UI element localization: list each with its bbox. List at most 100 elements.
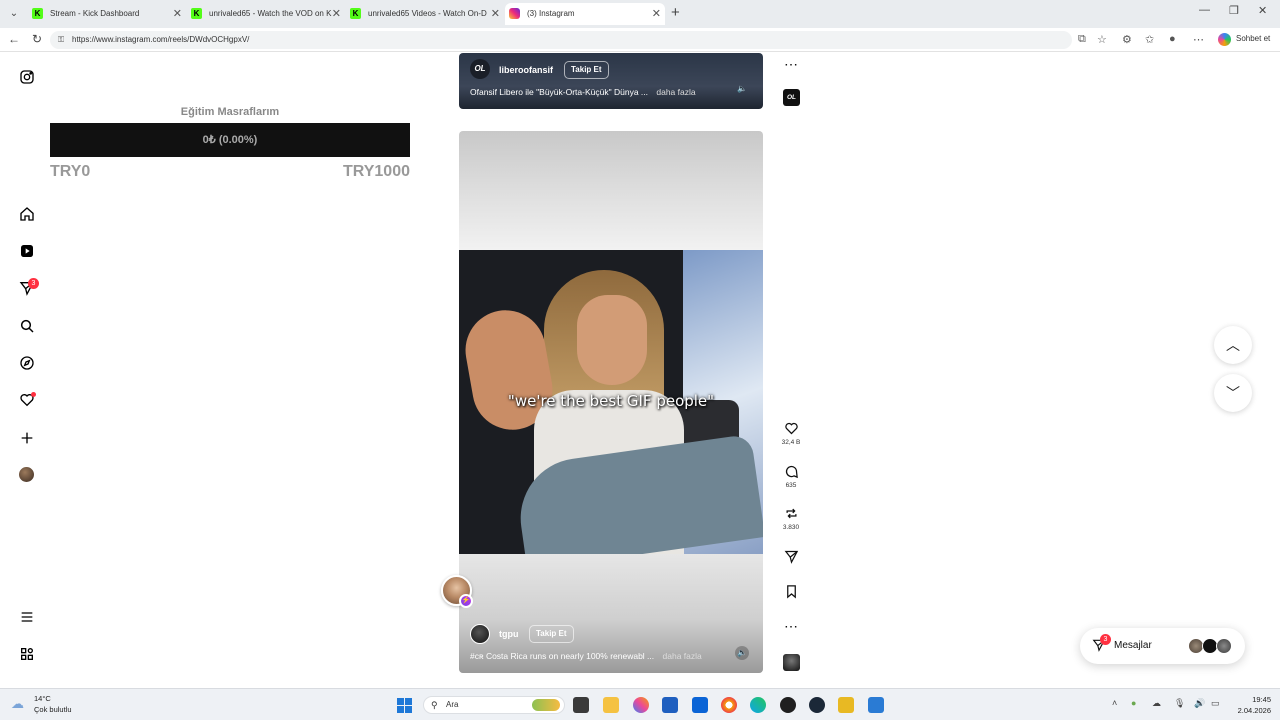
search-icon[interactable] — [17, 316, 37, 336]
kick-icon: K — [350, 8, 361, 19]
system-clock[interactable]: 19:45 2.04.2026 — [1219, 694, 1271, 716]
tray-overflow-icon[interactable]: ˄ — [1112, 698, 1117, 708]
weather-description[interactable]: Çok bulutlu — [34, 705, 72, 714]
edge-icon[interactable] — [750, 697, 766, 713]
speaker-icon[interactable]: 🔈 — [735, 646, 749, 660]
reel-options-top[interactable]: ⋯ — [781, 56, 801, 72]
repost-icon[interactable] — [781, 506, 801, 522]
follow-button[interactable]: Takip Et — [529, 625, 574, 643]
like-action[interactable]: 32,4 B — [781, 421, 801, 446]
tab-kick-dashboard[interactable]: K Stream - Kick Dashboard ✕ — [28, 3, 186, 25]
back-icon[interactable]: ← — [8, 32, 20, 46]
profile-avatar[interactable] — [19, 467, 34, 482]
obs-icon[interactable] — [780, 697, 796, 713]
profile-icon[interactable]: ● — [1169, 33, 1176, 45]
close-tab-icon[interactable]: ✕ — [491, 3, 500, 25]
speaker-icon[interactable]: 🔈 — [735, 82, 749, 96]
taskbar-search-placeholder: Ara — [446, 700, 459, 709]
comment-count: 635 — [785, 482, 797, 489]
notes-app-icon[interactable] — [838, 697, 854, 713]
close-tab-icon[interactable]: ✕ — [332, 3, 341, 25]
new-tab-icon[interactable]: + — [671, 4, 680, 21]
comment-action[interactable]: 635 — [781, 464, 801, 489]
steam-icon[interactable] — [809, 697, 825, 713]
reel-author-name[interactable]: tgpu — [499, 629, 519, 639]
taskbar-search-box[interactable]: ⚲ Ara — [423, 696, 565, 714]
explore-compass-icon[interactable] — [17, 353, 37, 373]
like-heart-icon[interactable] — [781, 421, 801, 437]
channel-logo[interactable]: OL — [470, 59, 490, 79]
more-link[interactable]: daha fazla — [656, 87, 695, 97]
reels-icon[interactable] — [17, 241, 37, 261]
reel-caption[interactable]: Ofansif Libero ile "Büyük-Orta-Küçük" Dü… — [470, 87, 696, 97]
bookmark-icon[interactable] — [781, 584, 801, 600]
extensions-icon[interactable]: ⚙ — [1122, 33, 1132, 46]
windows-start-icon[interactable] — [397, 698, 412, 713]
kick-icon: K — [191, 8, 202, 19]
tray-cloud-icon[interactable]: ☁ — [1152, 698, 1161, 709]
comment-icon[interactable] — [781, 464, 801, 480]
more-menu-icon[interactable] — [17, 607, 37, 627]
reel-caption[interactable]: #ᴄʀ Costa Rica runs on nearly 100% renew… — [470, 651, 702, 661]
favorite-star-icon[interactable]: ☆ — [1097, 33, 1107, 46]
microphone-icon[interactable]: 🎙 — [1174, 698, 1185, 709]
close-tab-icon[interactable]: ✕ — [173, 3, 182, 25]
save-action[interactable] — [781, 584, 801, 600]
site-info-icon[interactable]: ⚿ — [58, 31, 64, 49]
weather-temperature[interactable]: 14°C — [34, 694, 51, 703]
also-from-meta-icon[interactable] — [17, 644, 37, 664]
tab-actions-menu-icon[interactable]: ⌄ — [6, 6, 22, 22]
reel-video[interactable]: "we're the best GIF people" — [459, 250, 763, 554]
task-view-icon[interactable] — [573, 697, 589, 713]
minimize-icon[interactable]: — — [1199, 4, 1210, 16]
outlook-icon[interactable] — [692, 697, 708, 713]
tray-app-icon[interactable]: ● — [1131, 698, 1136, 708]
copilot-chat-label[interactable]: Sohbet et — [1236, 34, 1270, 43]
reel-author-name[interactable]: liberoofansif — [499, 65, 553, 75]
follow-button[interactable]: Takip Et — [564, 61, 609, 79]
remote-app-icon[interactable] — [868, 697, 884, 713]
tab-kick-videos[interactable]: K unrivaled65 Videos - Watch On-D ✕ — [346, 3, 504, 25]
reel-author-avatar[interactable] — [470, 624, 490, 644]
reel-audio-thumbnail[interactable] — [783, 654, 800, 671]
tab-title: Stream - Kick Dashboard — [50, 9, 140, 18]
home-icon[interactable] — [17, 204, 37, 224]
instagram-logo-icon[interactable] — [17, 67, 37, 87]
url-text: https://www.instagram.com/reels/DWdvOCHg… — [72, 35, 250, 44]
previous-reel-button[interactable]: ︿ — [1214, 326, 1252, 364]
tab-title: (3) Instagram — [527, 9, 575, 18]
reel-audio-thumbnail[interactable]: OL — [783, 89, 800, 106]
refresh-icon[interactable]: ↻ — [32, 32, 42, 46]
repost-action[interactable]: 3.830 — [781, 506, 801, 531]
copilot-icon[interactable] — [1218, 33, 1231, 46]
speaker-icon[interactable]: 🔊 — [1194, 698, 1205, 709]
windows-taskbar: ☁ 14°C Çok bulutlu ⚲ Ara ˄ ● ☁ 🎙 🔊 ▭ 19:… — [0, 688, 1280, 720]
close-window-icon[interactable]: ✕ — [1258, 4, 1267, 17]
weather-cloud-icon[interactable]: ☁ — [11, 696, 29, 711]
more-options-icon[interactable]: ⋯ — [781, 618, 801, 634]
messenger-icon: ⚡ — [459, 594, 473, 608]
more-options-icon[interactable]: ⋯ — [781, 56, 801, 72]
next-reel-button[interactable]: ﹀ — [1214, 374, 1252, 412]
close-tab-icon[interactable]: ✕ — [652, 3, 661, 25]
chat-avatar — [1216, 638, 1232, 654]
store-icon[interactable] — [662, 697, 678, 713]
favorites-icon[interactable]: ✩ — [1145, 33, 1154, 46]
copilot-app-icon[interactable] — [633, 697, 649, 713]
create-plus-icon[interactable] — [17, 428, 37, 448]
tab-kick-vod[interactable]: K unrivaled65 - Watch the VOD on K ✕ — [187, 3, 345, 25]
share-send-icon[interactable] — [781, 549, 801, 565]
chrome-icon[interactable] — [721, 697, 737, 713]
tab-instagram[interactable]: (3) Instagram ✕ — [505, 3, 665, 25]
reel-card[interactable]: OL liberoofansif Takip Et Ofansif Libero… — [459, 53, 763, 109]
reel-card[interactable]: "we're the best GIF people" tgpu Takip E… — [459, 250, 763, 673]
url-field[interactable]: ⚿ https://www.instagram.com/reels/DWdvOC… — [50, 31, 1072, 49]
reel-options-bottom[interactable]: ⋯ — [781, 618, 801, 634]
file-explorer-icon[interactable] — [603, 697, 619, 713]
more-menu-icon[interactable]: ⋯ — [1193, 33, 1204, 46]
restore-icon[interactable]: ❐ — [1229, 4, 1239, 17]
app-available-icon[interactable]: ⧉ — [1078, 33, 1086, 46]
share-action[interactable] — [781, 549, 801, 565]
messages-button[interactable]: 3 Mesajlar — [1080, 628, 1245, 664]
more-link[interactable]: daha fazla — [663, 651, 702, 661]
